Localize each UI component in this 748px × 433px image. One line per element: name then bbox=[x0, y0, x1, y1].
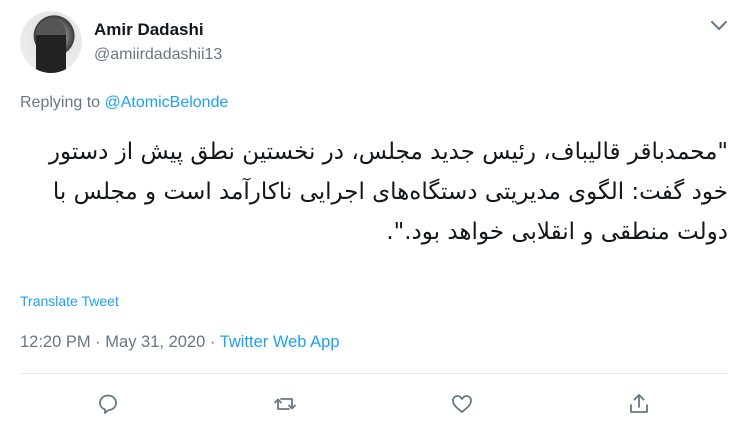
avatar-figure bbox=[36, 19, 66, 73]
meta-separator: · bbox=[90, 333, 106, 351]
meta-separator: · bbox=[205, 333, 220, 351]
comment-icon bbox=[94, 390, 122, 418]
retweet-button[interactable] bbox=[271, 390, 299, 418]
chevron-down-icon[interactable] bbox=[708, 14, 730, 36]
avatar[interactable] bbox=[20, 11, 82, 73]
heart-icon bbox=[448, 390, 476, 418]
replying-to-label: Replying to bbox=[20, 94, 105, 111]
replying-to-line: Replying to @AtomicBelonde bbox=[20, 94, 228, 112]
reply-button[interactable] bbox=[94, 390, 122, 418]
retweet-icon bbox=[271, 390, 299, 418]
author-display-name[interactable]: Amir Dadashi bbox=[94, 20, 204, 40]
like-button[interactable] bbox=[448, 390, 476, 418]
tweet-source-link[interactable]: Twitter Web App bbox=[220, 333, 340, 351]
translate-tweet-link[interactable]: Translate Tweet bbox=[20, 293, 119, 309]
reply-to-handle-link[interactable]: @AtomicBelonde bbox=[105, 94, 229, 111]
divider bbox=[20, 373, 728, 374]
share-button[interactable] bbox=[625, 390, 653, 418]
tweet-text: "محمدباقر قالیباف، رئیس جدید مجلس، در نخ… bbox=[48, 139, 728, 245]
tweet-meta: 12:20 PM · May 31, 2020 · Twitter Web Ap… bbox=[20, 333, 340, 352]
author-handle[interactable]: @amiirdadashii13 bbox=[94, 46, 222, 64]
share-icon bbox=[625, 390, 653, 418]
tweet-time[interactable]: 12:20 PM bbox=[20, 333, 91, 351]
tweet-date[interactable]: May 31, 2020 bbox=[105, 333, 205, 351]
